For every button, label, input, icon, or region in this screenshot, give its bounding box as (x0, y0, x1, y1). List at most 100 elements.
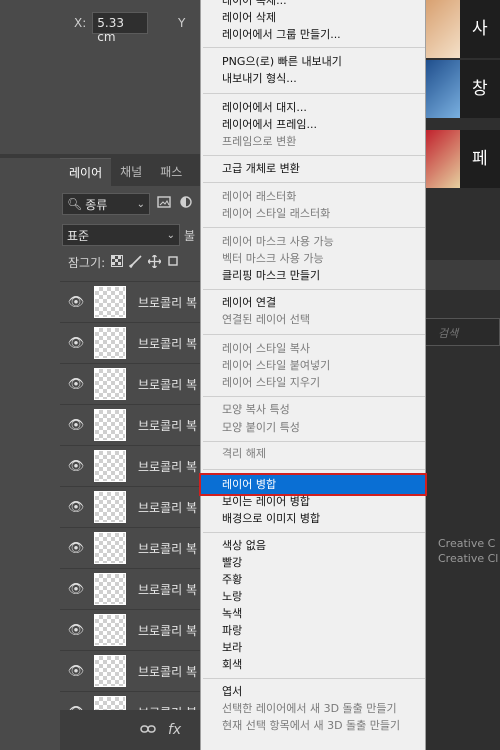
menu-item[interactable]: 보라 (201, 639, 427, 656)
layer-row[interactable]: 👁︎ 브로콜리 복 (60, 363, 205, 404)
menu-item[interactable]: 레이어 스타일 래스터화 (201, 205, 427, 222)
menu-item[interactable]: 보이는 레이어 병합 (201, 493, 427, 510)
layer-name[interactable]: 브로콜리 복 (138, 335, 197, 352)
menu-separator (203, 532, 425, 533)
x-value-input[interactable]: 5.33 cm (92, 12, 149, 44)
eye-visibility-icon[interactable]: 👁︎ (60, 459, 92, 474)
menu-item[interactable]: 벡터 마스크 사용 가능 (201, 250, 427, 267)
menu-item[interactable]: 레이어 스타일 붙여넣기 (201, 357, 427, 374)
menu-item[interactable]: 격리 해제 (201, 445, 427, 462)
menu-item[interactable]: 현재 선택 항목에서 새 3D 돌출 만들기 (201, 717, 427, 734)
layer-row[interactable]: 👁︎ 브로콜리 복 (60, 609, 205, 650)
layer-row[interactable]: 👁︎ 브로콜리 복 (60, 486, 205, 527)
menu-item-partial[interactable]: 레이어 복제... (201, 0, 427, 9)
lock-pixels-brush-icon[interactable] (128, 254, 142, 271)
layer-name[interactable]: 브로콜리 복 (138, 622, 197, 639)
menu-item[interactable]: 레이어 스타일 지우기 (201, 374, 427, 391)
learn-tile[interactable]: 창 (425, 60, 500, 118)
menu-item[interactable]: 레이어 연결 (201, 294, 427, 311)
tab-layers[interactable]: 레이어 (60, 158, 112, 186)
menu-item[interactable]: 레이어 삭제 (201, 9, 427, 26)
libraries-search-input[interactable]: 검색 (425, 318, 500, 346)
menu-item[interactable]: 모양 복사 특성 (201, 401, 427, 418)
menu-item[interactable]: 선택한 레이어에서 새 3D 돌출 만들기 (201, 700, 427, 717)
menu-item[interactable]: 고급 개체로 변환 (201, 160, 427, 177)
layer-row[interactable]: 👁︎ 브로콜리 복 (60, 404, 205, 445)
menu-item[interactable]: 녹색 (201, 605, 427, 622)
layer-row[interactable]: 👁︎ 브로콜리 복 (60, 650, 205, 691)
layer-row[interactable]: 👁︎ 브로콜리 복 (60, 568, 205, 609)
right-panel: 사 창 페 (425, 0, 500, 750)
tile-label: 페 (460, 130, 500, 188)
eye-visibility-icon[interactable]: 👁︎ (60, 336, 92, 351)
layers-bottom-toolbar: fx (60, 710, 205, 750)
tile-image (425, 130, 460, 188)
layer-thumbnail (94, 491, 126, 523)
menu-item[interactable]: PNG으(로) 빠른 내보내기 (201, 53, 427, 70)
tile-label: 사 (460, 0, 500, 58)
menu-item[interactable]: 레이어 스타일 복사 (201, 340, 427, 357)
eye-visibility-icon[interactable]: 👁︎ (60, 295, 92, 310)
eye-visibility-icon[interactable]: 👁︎ (60, 582, 92, 597)
layer-name[interactable]: 브로콜리 복 (138, 458, 197, 475)
learn-tile[interactable]: 사 (425, 0, 500, 58)
eye-visibility-icon[interactable]: 👁︎ (60, 500, 92, 515)
menu-item[interactable]: 레이어에서 대지... (201, 99, 427, 116)
fx-icon[interactable]: fx (168, 722, 181, 738)
layer-name[interactable]: 브로콜리 복 (138, 376, 197, 393)
menu-item[interactable]: 레이어 래스터화 (201, 188, 427, 205)
tab-paths[interactable]: 패스 (151, 158, 191, 186)
tile-image (425, 60, 460, 118)
image-filter-icon[interactable] (156, 196, 172, 212)
eye-visibility-icon[interactable]: 👁︎ (60, 664, 92, 679)
layer-name[interactable]: 브로콜리 복 (138, 294, 197, 311)
menu-item[interactable]: 레이어에서 그룹 만들기... (201, 26, 427, 43)
menu-item[interactable]: 회색 (201, 656, 427, 673)
layer-name[interactable]: 브로콜리 복 (138, 417, 197, 434)
menu-separator (203, 441, 425, 442)
menu-item[interactable]: 엽서 (201, 683, 427, 700)
eye-visibility-icon[interactable]: 👁︎ (60, 623, 92, 638)
menu-item[interactable]: 레이어에서 프레임... (201, 116, 427, 133)
layer-row[interactable]: 👁︎ 브로콜리 복 (60, 281, 205, 322)
menu-item[interactable]: 주황 (201, 571, 427, 588)
chevron-down-icon: ⌄ (136, 198, 145, 210)
tab-channels[interactable]: 채널 (111, 158, 151, 186)
menu-item[interactable]: 클리핑 마스크 만들기 (201, 267, 427, 284)
layer-row[interactable]: 👁︎ 브로콜리 복 (60, 322, 205, 363)
menu-separator (203, 396, 425, 397)
layer-row[interactable]: 👁︎ 브로콜리 복 (60, 445, 205, 486)
menu-item[interactable]: 색상 없음 (201, 537, 427, 554)
layer-thumbnail (94, 573, 126, 605)
menu-item[interactable]: 레이어 마스크 사용 가능 (201, 233, 427, 250)
layer-thumbnail (94, 327, 126, 359)
menu-item[interactable]: 노랑 (201, 588, 427, 605)
layer-thumbnail (94, 450, 126, 482)
menu-item[interactable]: 연결된 레이어 선택 (201, 311, 427, 328)
eye-visibility-icon[interactable]: 👁︎ (60, 377, 92, 392)
lock-position-move-icon[interactable] (147, 254, 162, 271)
layer-name[interactable]: 브로콜리 복 (138, 499, 197, 516)
filter-kind-select[interactable]: 🔍︎ 종류 ⌄ (62, 193, 150, 215)
menu-item[interactable]: 내보내기 형식... (201, 70, 427, 87)
menu-item[interactable]: 배경으로 이미지 병합 (201, 510, 427, 527)
layer-row[interactable]: 👁︎ 브로콜리 복 (60, 527, 205, 568)
layer-name[interactable]: 브로콜리 복 (138, 540, 197, 557)
menu-item[interactable]: 모양 붙이기 특성 (201, 419, 427, 436)
x-label: X: (74, 16, 87, 30)
menu-separator (203, 227, 425, 228)
menu-item[interactable]: 파랑 (201, 622, 427, 639)
blend-mode-select[interactable]: 표준 ⌄ (62, 224, 180, 246)
learn-tile[interactable]: 페 (425, 130, 500, 188)
layer-name[interactable]: 브로콜리 복 (138, 581, 197, 598)
menu-item[interactable]: 프레임으로 변환 (201, 133, 427, 150)
link-icon[interactable] (140, 722, 156, 738)
layer-name[interactable]: 브로콜리 복 (138, 663, 197, 680)
eye-visibility-icon[interactable]: 👁︎ (60, 418, 92, 433)
menu-item-merge-layers[interactable]: 레이어 병합 (199, 473, 427, 496)
menu-item[interactable]: 빨강 (201, 554, 427, 571)
lock-transparent-icon[interactable] (111, 255, 124, 270)
lock-artboard-icon[interactable] (167, 255, 179, 270)
eye-visibility-icon[interactable]: 👁︎ (60, 541, 92, 556)
adjustment-filter-icon[interactable] (178, 196, 194, 212)
